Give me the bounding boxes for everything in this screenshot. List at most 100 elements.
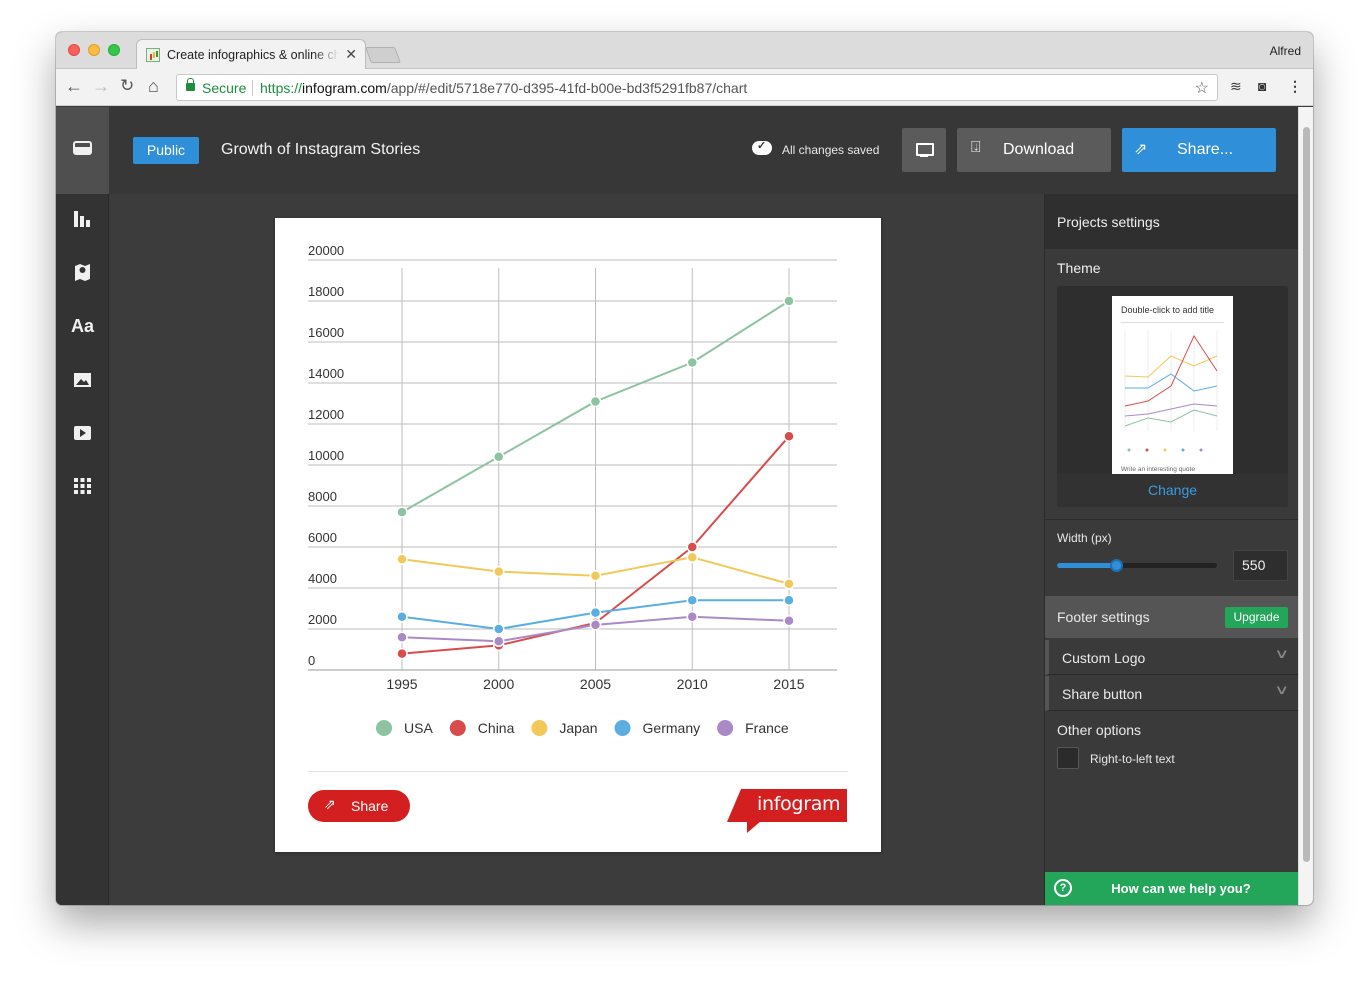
- y-tick-label: 6000: [308, 530, 337, 545]
- legend-label-japan: Japan: [559, 720, 597, 736]
- data-point-france: [396, 631, 408, 643]
- url-path: /app/#/edit/5718e770-d395-41fd-b00e-bd3f…: [386, 80, 748, 96]
- data-point-china: [686, 541, 698, 553]
- card-share-label: Share: [351, 798, 389, 814]
- map-icon[interactable]: [56, 260, 109, 284]
- card-share-button[interactable]: ⇗ Share: [308, 790, 410, 822]
- new-tab-button[interactable]: [365, 47, 401, 63]
- help-chat-bar[interactable]: ? How can we help you?: [1045, 872, 1299, 905]
- close-tab-icon[interactable]: ✕: [345, 46, 357, 63]
- data-point-usa: [589, 395, 602, 408]
- lock-icon: [186, 78, 195, 91]
- chevron-down-icon: ∨: [1274, 682, 1290, 697]
- data-point-germany: [686, 594, 698, 607]
- data-point-usa: [396, 506, 408, 518]
- data-point-usa: [783, 295, 795, 307]
- data-point-china: [396, 647, 408, 660]
- rail-library-tab[interactable]: [56, 107, 109, 194]
- data-point-france: [783, 615, 795, 627]
- theme-thumbnail: Double-click to add title Write an inter…: [1112, 296, 1233, 474]
- data-point-china: [783, 430, 795, 443]
- video-icon[interactable]: [56, 421, 109, 445]
- image-icon[interactable]: [56, 368, 109, 392]
- home-icon[interactable]: ⌂: [148, 76, 159, 96]
- footer-settings-row[interactable]: Footer settings Upgrade: [1045, 596, 1299, 638]
- close-window-button[interactable]: [68, 44, 80, 56]
- card-divider: [308, 771, 848, 772]
- infogram-logo[interactable]: infogram: [727, 789, 847, 835]
- bookmark-star-icon[interactable]: ☆: [1195, 78, 1209, 98]
- chart-card[interactable]: 0 2000 4000 6000 8000 10000 12000 14000 16000 180…: [275, 218, 881, 852]
- share-button-accordion[interactable]: Share button ∨: [1045, 676, 1299, 711]
- data-point-usa: [493, 451, 505, 463]
- buffer-extension-icon[interactable]: ≋: [1230, 78, 1242, 95]
- pocket-extension-icon[interactable]: ◙: [1258, 78, 1266, 94]
- data-point-germany: [589, 606, 602, 619]
- legend-label-france: France: [745, 720, 789, 736]
- scroll-thumb[interactable]: [1303, 127, 1310, 862]
- public-badge[interactable]: Public: [133, 137, 199, 164]
- back-arrow-icon[interactable]: ←: [65, 76, 83, 96]
- page-title[interactable]: Growth of Instagram Stories: [221, 141, 420, 159]
- data-point-usa: [686, 356, 698, 369]
- page-scrollbar[interactable]: [1298, 107, 1313, 905]
- y-tick-label: 14000: [308, 366, 344, 381]
- help-label: How can we help you?: [1111, 881, 1251, 896]
- width-slider-knob[interactable]: [1110, 559, 1124, 572]
- toolbar: ← → ↻ ⌂ Secure https://infogram.com/app/…: [56, 69, 1313, 106]
- theme-thumbnail-title: Double-click to add title: [1121, 305, 1215, 315]
- chevron-down-icon: ∨: [1274, 646, 1290, 661]
- footer-settings-label: Footer settings: [1057, 609, 1150, 625]
- data-point-france: [686, 610, 698, 623]
- width-slider[interactable]: [1057, 559, 1217, 572]
- tab-title: Create infographics & online charts: [167, 48, 339, 62]
- profile-name[interactable]: Alfred: [1270, 44, 1301, 58]
- data-point-japan: [493, 565, 505, 578]
- download-icon: ⍗: [971, 139, 981, 156]
- width-input[interactable]: 550: [1233, 550, 1288, 581]
- data-point-france: [589, 619, 602, 631]
- y-tick-label: 20000: [308, 243, 344, 258]
- y-tick-label: 12000: [308, 407, 344, 422]
- legend-swatch-germany: [614, 720, 631, 736]
- rtl-checkbox[interactable]: [1057, 747, 1079, 769]
- y-tick-label: 10000: [308, 448, 344, 463]
- menu-dots-icon[interactable]: ⋮: [1288, 78, 1302, 95]
- share-button[interactable]: ⇗ Share...: [1122, 128, 1276, 172]
- text-icon[interactable]: Aa: [56, 316, 109, 337]
- line-chart[interactable]: 0 2000 4000 6000 8000 10000 12000 14000 16000 180…: [275, 218, 881, 758]
- theme-thumbnail-quote: Write an interesting quote: [1121, 466, 1195, 473]
- y-tick-label: 18000: [308, 284, 344, 299]
- data-point-japan: [396, 553, 408, 566]
- custom-logo-accordion[interactable]: Custom Logo ∨: [1045, 640, 1299, 675]
- minimize-window-button[interactable]: [88, 44, 100, 56]
- browser-window: Create infographics & online charts ✕ Al…: [56, 32, 1313, 905]
- share-button-label: Share button: [1062, 686, 1143, 702]
- share-icon: ⇗: [324, 796, 336, 812]
- download-button[interactable]: ⍗ Download: [957, 128, 1111, 172]
- y-tick-label: 0: [308, 653, 315, 668]
- url-scheme: https://: [260, 80, 303, 96]
- chart-icon[interactable]: [56, 207, 109, 231]
- forward-arrow-icon[interactable]: →: [92, 76, 110, 96]
- zoom-window-button[interactable]: [108, 44, 120, 56]
- address-bar[interactable]: Secure https://infogram.com/app/#/edit/5…: [176, 74, 1218, 101]
- grid-icon[interactable]: [56, 474, 109, 498]
- upgrade-button[interactable]: Upgrade: [1225, 607, 1288, 628]
- x-tick-label: 1995: [386, 676, 417, 692]
- width-slider-fill: [1057, 563, 1117, 568]
- x-tick-label: 2005: [580, 676, 611, 692]
- preview-button[interactable]: [902, 128, 946, 172]
- browser-tab[interactable]: Create infographics & online charts ✕: [136, 39, 366, 69]
- x-tick-label: 2015: [773, 676, 804, 692]
- reload-icon[interactable]: ↻: [120, 76, 134, 96]
- tab-bar: Create infographics & online charts ✕ Al…: [56, 32, 1313, 69]
- theme-preview[interactable]: Double-click to add title Write an inter…: [1057, 286, 1288, 507]
- change-theme-link[interactable]: Change: [1057, 482, 1288, 498]
- share-icon: ⇗: [1134, 141, 1148, 158]
- data-point-france: [493, 635, 505, 648]
- other-options-label: Other options: [1057, 722, 1142, 738]
- url-separator: [252, 80, 253, 96]
- logo-tail: [747, 821, 761, 833]
- url-text: https://infogram.com/app/#/edit/5718e770…: [260, 80, 747, 96]
